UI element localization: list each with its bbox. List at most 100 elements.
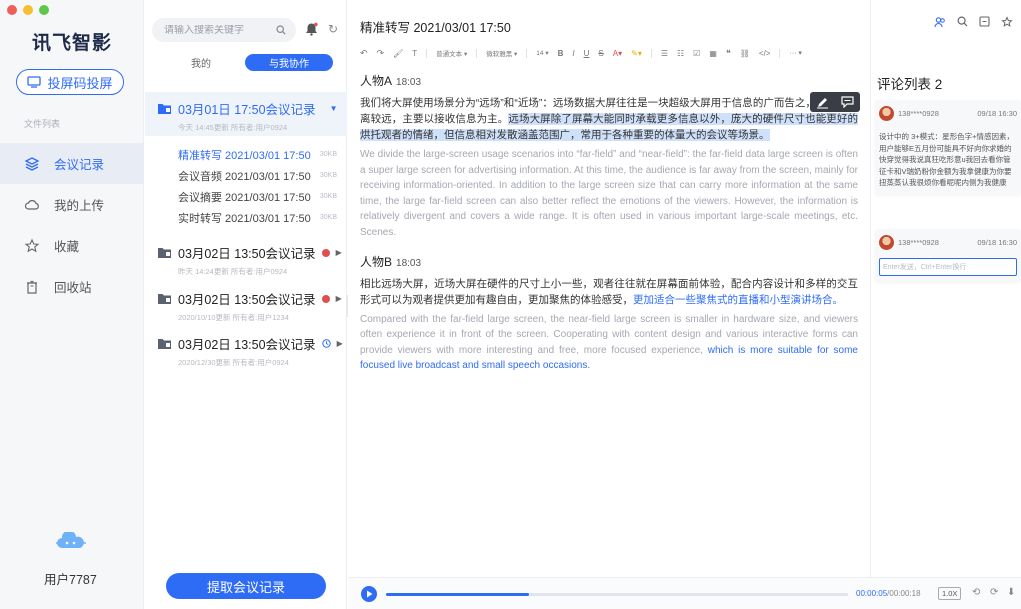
meeting-group[interactable]: 03月02日 13:50会议记录 ▶ 昨天 14:24更新 所有者:用户0924 [145, 243, 347, 277]
paragraph-style-value: 普通文本 [436, 51, 463, 58]
layers-icon [24, 156, 40, 171]
font-family-select[interactable]: 微软雅黑 ▾ [486, 48, 517, 58]
export-icon[interactable] [979, 16, 990, 27]
comments-title: 评论列表 2 [877, 77, 943, 92]
playback-speed-button[interactable]: 1.0X [938, 587, 962, 600]
comment-reply-input[interactable] [879, 258, 1017, 276]
meeting-group-meta: 2020/12/30更新 所有者:用户0924 [178, 358, 289, 367]
search-icon[interactable] [957, 16, 968, 27]
more-options-icon[interactable]: ··· ▾ [789, 49, 801, 57]
italic-icon[interactable]: I [572, 49, 574, 58]
transcript-content[interactable]: 人物A 18:03 我们将大屏使用场景分为“远场”和“近场”：远场数据大屏往往是一… [360, 72, 859, 374]
meeting-group-meta: 今天 14:45更新 所有者:用户0924 [178, 123, 288, 132]
speaker-name: 人物B [360, 254, 393, 269]
file-item[interactable]: 实时转写 2021/03/01 17:50 30KB [145, 207, 347, 228]
sidebar-item-uploads[interactable]: 我的上传 [0, 184, 144, 225]
download-icon[interactable]: ⬇ [1007, 587, 1015, 598]
font-size-select[interactable]: 14 ▾ [536, 49, 548, 57]
speaker-time: 18:03 [396, 257, 422, 269]
extract-meeting-button[interactable]: 提取会议记录 [166, 573, 326, 599]
comment-card[interactable]: 138****0928 09/18 16:30 设计中的 3+模式：星形色字+情… [875, 100, 1021, 195]
ordered-list-icon[interactable]: ☰ [661, 49, 668, 58]
file-item[interactable]: 会议摘要 2021/03/01 17:50 30KB [145, 186, 347, 207]
close-window-button[interactable] [7, 5, 17, 15]
progress-track[interactable] [386, 593, 848, 596]
font-color-icon[interactable]: A▾ [613, 49, 622, 58]
sidebar-item-favorites[interactable]: 收藏 [0, 225, 144, 266]
table-icon[interactable]: ▦ [709, 49, 717, 58]
sidebar-item-label: 收藏 [54, 240, 80, 254]
search-input[interactable] [164, 24, 276, 36]
sidebar-item-meetings[interactable]: 会议记录 [0, 143, 144, 184]
meeting-group-meta: 2020/10/10更新 所有者:用户1234 [178, 313, 289, 322]
trash-icon [27, 280, 37, 294]
transcript-paragraph-cn[interactable]: 相比远场大屏，近场大屏在硬件的尺寸上小一些，观者往往就在屏幕面前体验，配合内容设… [360, 276, 858, 308]
meeting-group-expanded[interactable]: 03月01日 17:50会议记录 ▼ 今天 14:45更新 所有者:用户0924 [145, 92, 347, 136]
comment-icon[interactable] [841, 96, 854, 108]
avatar [879, 106, 894, 121]
font-family-value: 微软雅黑 [486, 51, 513, 58]
collaborators-icon[interactable] [934, 16, 946, 28]
format-painter-icon[interactable]: 🖌 [393, 49, 403, 58]
meeting-group[interactable]: 03月02日 13:50会议记录 ▶ 2020/10/10更新 所有者:用户12… [145, 289, 347, 323]
chevron-right-icon[interactable]: ▶ [336, 294, 342, 303]
toolbar-divider [426, 48, 428, 58]
link-icon[interactable]: ⛓ [740, 49, 750, 58]
file-item[interactable]: 精准转写 2021/03/01 17:50 30KB [145, 144, 347, 165]
current-user-name[interactable]: 用户7787 [44, 569, 97, 588]
meeting-group-title: 03月02日 13:50会议记录 [178, 293, 316, 307]
paragraph-style-select[interactable]: 普通文本 ▾ [436, 48, 467, 58]
checklist-icon[interactable]: ☑ [693, 49, 700, 58]
folder-icon [158, 248, 171, 258]
play-button[interactable] [361, 586, 377, 602]
font-size-value: 14 [536, 50, 544, 57]
rewind-icon[interactable]: ⟲ [972, 587, 980, 598]
undo-icon[interactable]: ↶ [360, 48, 368, 59]
transcript-paragraph-cn[interactable]: 我们将大屏使用场景分为“远场”和“近场”：远场数据大屏往往是一块超级大屏用于信息… [360, 95, 859, 143]
tab-collaborating[interactable]: 与我协作 [245, 54, 333, 71]
quote-icon[interactable]: ❝ [726, 48, 731, 59]
meeting-group-title: 03月02日 13:50会议记录 [178, 247, 316, 261]
transcript-paragraph-en[interactable]: Compared with the far-field large screen… [360, 312, 858, 374]
meeting-group[interactable]: 03月02日 13:50会议记录 ▶ 2020/12/30更新 所有者:用户09… [145, 334, 347, 368]
linked-text[interactable]: 更加适合一些聚焦式的直播和小型演讲场合。 [633, 294, 843, 306]
chevron-right-icon[interactable]: ▶ [337, 339, 343, 348]
comment-card-active[interactable]: 138****0928 09/18 16:30 [875, 229, 1021, 282]
maximize-window-button[interactable] [39, 5, 49, 15]
bold-icon[interactable]: B [558, 49, 564, 58]
refresh-icon[interactable]: ↻ [328, 22, 338, 36]
file-item-size: 30KB [319, 193, 337, 200]
sidebar-item-label: 我的上传 [54, 199, 105, 213]
screen-cast-button[interactable]: 投屏码投屏 [16, 69, 124, 95]
screen-cast-label: 投屏码投屏 [47, 75, 113, 91]
toolbar-divider [476, 48, 478, 58]
annotate-icon[interactable] [816, 96, 829, 109]
underline-icon[interactable]: U [584, 49, 590, 58]
bell-icon[interactable] [305, 22, 318, 36]
strikethrough-icon[interactable]: S [598, 49, 603, 58]
redo-icon[interactable]: ↷ [377, 48, 385, 59]
code-icon[interactable]: </> [759, 49, 771, 58]
chevron-down-icon[interactable]: ▼ [330, 104, 338, 113]
clear-format-icon[interactable]: T [412, 49, 417, 58]
total-time: 00:00:18 [889, 589, 921, 598]
meeting-group-header[interactable]: 03月01日 17:50会议记录 ▼ [145, 99, 347, 118]
progress-fill [386, 593, 530, 596]
sidebar-item-trash[interactable]: 回收站 [0, 266, 144, 307]
search-icon[interactable] [276, 25, 286, 35]
forward-icon[interactable]: ⟳ [990, 587, 998, 598]
playback-time: 00:00:05/00:00:18 [856, 589, 921, 598]
transcript-paragraph-en[interactable]: We divide the large-screen usage scenari… [360, 147, 858, 241]
tab-mine[interactable]: 我的 [157, 54, 245, 71]
audio-player: 00:00:05/00:00:18 1.0X ⟲ ⟳ ⬇ [348, 577, 1021, 609]
chevron-right-icon[interactable]: ▶ [336, 248, 342, 257]
selection-toolbar [810, 92, 860, 112]
file-list-label: 文件列表 [24, 119, 61, 129]
highlight-color-icon[interactable]: ✎▾ [631, 49, 642, 58]
star-icon[interactable] [1001, 16, 1013, 28]
meeting-group-title: 03月02日 13:50会议记录 [178, 338, 316, 352]
file-item-size: 30KB [319, 214, 337, 221]
bullet-list-icon[interactable]: ☷ [677, 49, 684, 58]
minimize-window-button[interactable] [23, 5, 33, 15]
file-item[interactable]: 会议音频 2021/03/01 17:50 30KB [145, 165, 347, 186]
